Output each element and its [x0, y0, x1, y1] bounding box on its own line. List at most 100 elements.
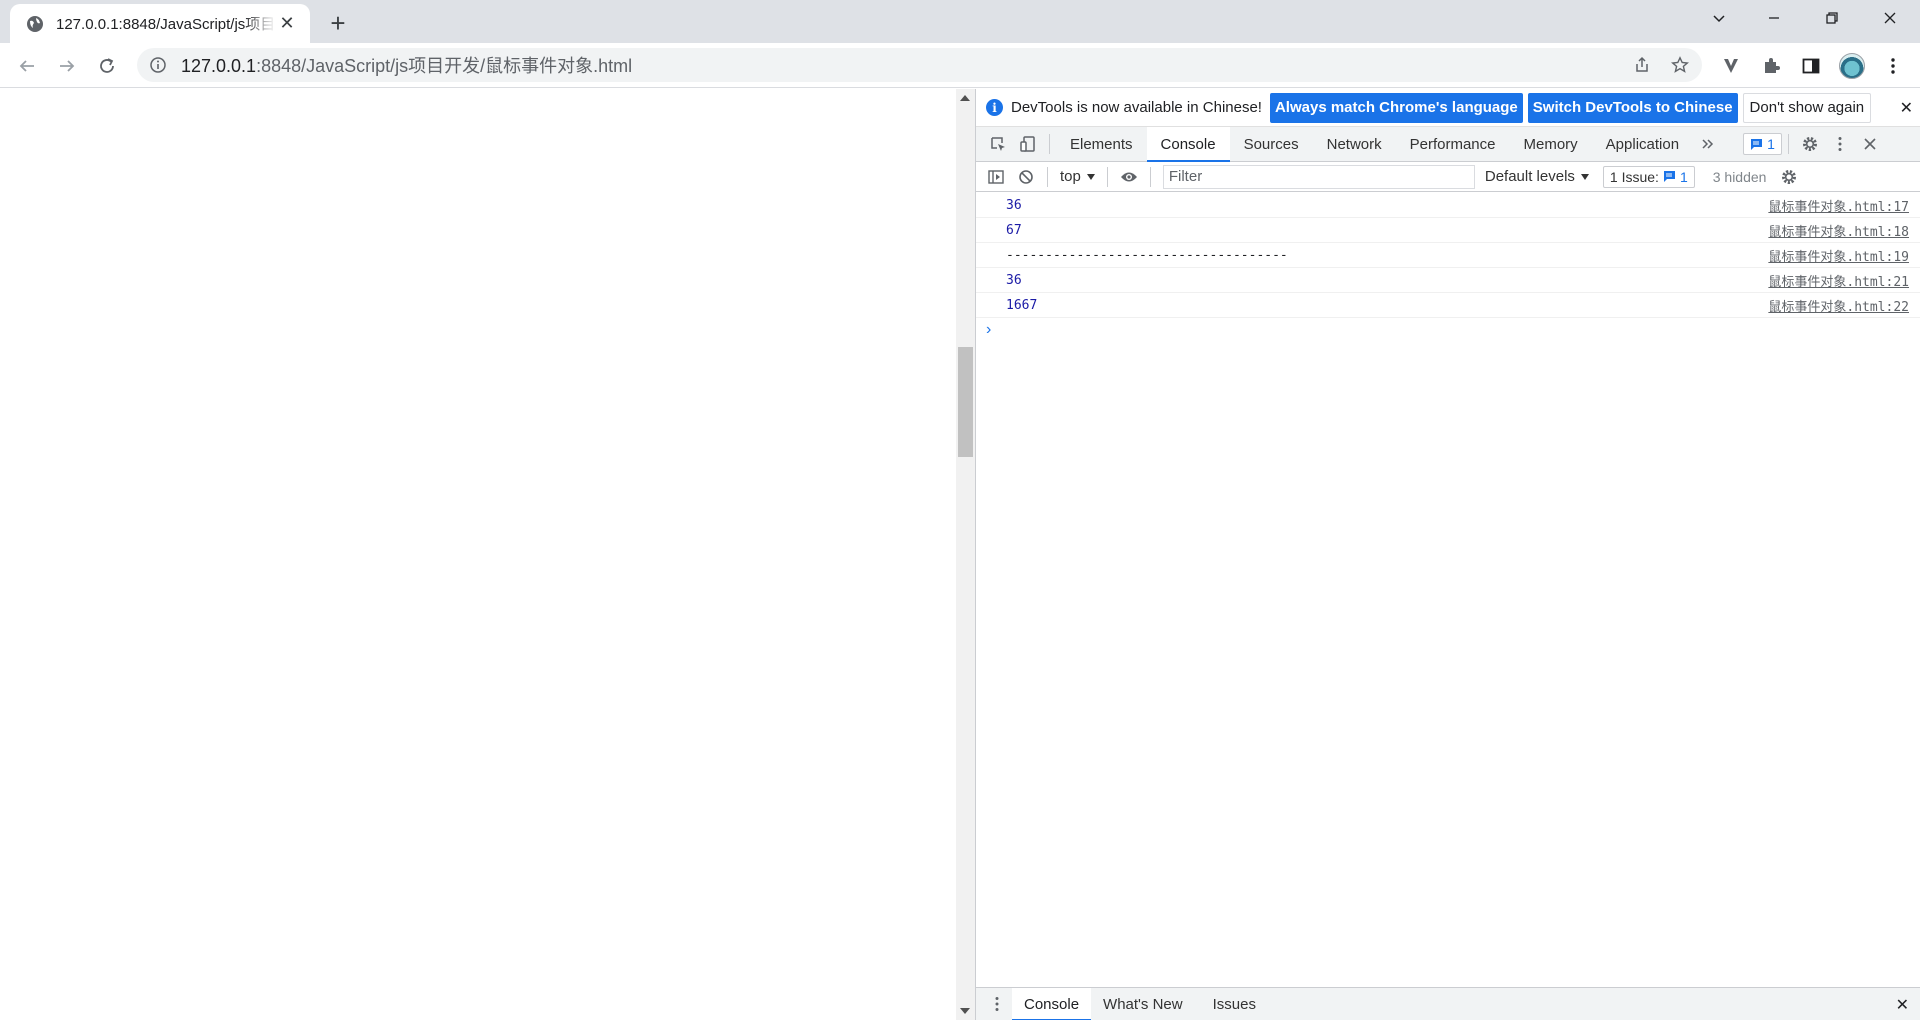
drawer-close-icon[interactable]: ✕	[1896, 995, 1909, 1015]
hidden-messages-count: 3 hidden	[1712, 168, 1767, 185]
language-infobar: i DevTools is now available in Chinese! …	[976, 89, 1920, 127]
separator	[1787, 134, 1789, 154]
url-host: 127.0.0.1	[181, 56, 257, 76]
minimize-icon[interactable]	[1754, 0, 1794, 36]
window-close-icon[interactable]	[1870, 0, 1910, 36]
infobar-message: DevTools is now available in Chinese!	[1011, 99, 1262, 116]
tab-sources[interactable]: Sources	[1230, 127, 1313, 162]
match-language-button[interactable]: Always match Chrome's language	[1269, 92, 1523, 123]
separator	[1106, 166, 1108, 187]
drawer-tab-issues[interactable]: Issues	[1201, 988, 1268, 1020]
device-toolbar-icon[interactable]	[1013, 129, 1043, 159]
message-icon	[1751, 138, 1763, 150]
log-value: 36	[1006, 197, 1022, 213]
browser-tab[interactable]: 127.0.0.1:8848/JavaScript/js项目开发/鼠标事件对象.…	[10, 4, 310, 43]
live-expression-eye-icon[interactable]	[1114, 162, 1144, 192]
separator	[1047, 166, 1048, 187]
browser-toolbar: 127.0.0.1:8848/JavaScript/js项目开发/鼠标事件对象.…	[0, 43, 1920, 88]
log-value: 1667	[1006, 297, 1038, 313]
side-panel-icon[interactable]	[1796, 51, 1826, 81]
forward-arrow-icon[interactable]	[51, 50, 83, 82]
log-levels-label: Default levels	[1484, 168, 1575, 185]
context-selector[interactable]: top	[1054, 168, 1101, 185]
tab-application[interactable]: Application	[1592, 127, 1693, 162]
infobar-close-icon[interactable]: ✕	[1900, 98, 1913, 118]
sidebar-toggle-icon[interactable]	[981, 162, 1011, 192]
separator	[1049, 134, 1050, 154]
tab-elements[interactable]: Elements	[1056, 127, 1147, 162]
devtools-panel: i DevTools is now available in Chinese! …	[975, 89, 1920, 1020]
clear-console-icon[interactable]	[1011, 162, 1041, 192]
back-arrow-icon[interactable]	[11, 50, 43, 82]
filter-input[interactable]: Filter	[1162, 164, 1475, 189]
tab-close-icon[interactable]: ✕	[276, 13, 298, 35]
issues-label: 1 Issue:	[1609, 168, 1659, 185]
chrome-menu-icon[interactable]	[1878, 51, 1908, 81]
tab-strip: 127.0.0.1:8848/JavaScript/js项目开发/鼠标事件对象.…	[0, 0, 1920, 43]
log-source-link[interactable]: 鼠标事件对象.html:22	[1768, 296, 1909, 315]
extension-v-icon[interactable]	[1716, 51, 1746, 81]
scroll-up-arrow-icon[interactable]	[960, 95, 970, 101]
console-log-row: 67 鼠标事件对象.html:18	[976, 218, 1920, 243]
log-source-link[interactable]: 鼠标事件对象.html:19	[1768, 246, 1909, 265]
settings-gear-icon[interactable]	[1795, 129, 1825, 159]
console-log-row: 36 鼠标事件对象.html:21	[976, 268, 1920, 293]
issues-badge-count: 1	[1767, 136, 1775, 152]
caret-down-icon	[1086, 173, 1095, 180]
scroll-down-arrow-icon[interactable]	[960, 1008, 970, 1014]
log-value: ------------------------------------	[1006, 247, 1288, 263]
console-toolbar: top Filter Default levels 1 Issue: 1 3 h…	[976, 162, 1920, 192]
drawer-tab-console[interactable]: Console	[1012, 987, 1092, 1020]
console-log-row: 36 鼠标事件对象.html:17	[976, 193, 1920, 218]
new-tab-button[interactable]: +	[324, 8, 352, 38]
message-icon	[1663, 171, 1675, 182]
tab-search-chevron-icon[interactable]	[1699, 0, 1739, 36]
issues-badge-button[interactable]: 1	[1743, 133, 1782, 155]
url-text[interactable]: 127.0.0.1:8848/JavaScript/js项目开发/鼠标事件对象.…	[181, 52, 632, 78]
scroll-thumb[interactable]	[958, 347, 973, 457]
share-icon[interactable]	[1625, 48, 1659, 82]
customize-menu-icon[interactable]	[1825, 129, 1855, 159]
tab-memory[interactable]: Memory	[1510, 127, 1592, 162]
log-source-link[interactable]: 鼠标事件对象.html:17	[1768, 196, 1909, 215]
drawer-tab-whats-new[interactable]: What's New	[1091, 988, 1195, 1020]
tab-performance[interactable]: Performance	[1396, 127, 1510, 162]
log-source-link[interactable]: 鼠标事件对象.html:18	[1768, 221, 1909, 240]
log-value: 67	[1006, 222, 1022, 238]
log-levels-dropdown[interactable]: Default levels	[1485, 168, 1589, 185]
issues-count: 1	[1679, 168, 1688, 185]
console-settings-gear-icon[interactable]	[1774, 162, 1804, 192]
bookmark-star-icon[interactable]	[1663, 48, 1697, 82]
page-viewport	[0, 89, 956, 1020]
profile-avatar[interactable]	[1837, 51, 1867, 81]
switch-to-chinese-button[interactable]: Switch DevTools to Chinese	[1527, 92, 1738, 123]
tab-network[interactable]: Network	[1313, 127, 1396, 162]
context-value: top	[1060, 168, 1081, 185]
page-scrollbar[interactable]	[956, 89, 975, 1020]
prompt-chevron-icon: ›	[986, 321, 992, 338]
drawer-menu-icon[interactable]	[982, 989, 1012, 1019]
extensions-puzzle-icon[interactable]	[1756, 51, 1786, 81]
restore-icon[interactable]	[1812, 0, 1852, 36]
tab-console[interactable]: Console	[1146, 126, 1230, 163]
caret-down-icon	[1580, 173, 1589, 180]
reload-icon[interactable]	[91, 50, 123, 82]
info-icon: i	[986, 99, 1003, 116]
separator	[1149, 166, 1151, 187]
site-info-icon[interactable]	[149, 56, 167, 74]
devtools-close-icon[interactable]	[1855, 129, 1885, 159]
address-bar[interactable]: 127.0.0.1:8848/JavaScript/js项目开发/鼠标事件对象.…	[137, 48, 1702, 82]
devtools-drawer: Console What's New Issues ✕	[976, 987, 1920, 1020]
log-source-link[interactable]: 鼠标事件对象.html:21	[1768, 271, 1909, 290]
console-log-row: 1667 鼠标事件对象.html:22	[976, 293, 1920, 318]
issues-count-button[interactable]: 1 Issue: 1	[1602, 165, 1695, 188]
tab-title: 127.0.0.1:8848/JavaScript/js项目开发/鼠标事件对象.…	[56, 16, 276, 33]
inspect-element-icon[interactable]	[983, 129, 1013, 159]
more-tabs-chevron-icon[interactable]	[1693, 129, 1723, 159]
console-prompt[interactable]: ›	[976, 318, 1920, 342]
devtools-tabbar: Elements Console Sources Network Perform…	[976, 126, 1920, 163]
log-value: 36	[1006, 272, 1022, 288]
url-path: :8848/JavaScript/js项目开发/鼠标事件对象.html	[256, 56, 633, 76]
dont-show-again-button[interactable]: Don't show again	[1742, 92, 1872, 123]
console-log-row: ------------------------------------ 鼠标事…	[976, 243, 1920, 268]
